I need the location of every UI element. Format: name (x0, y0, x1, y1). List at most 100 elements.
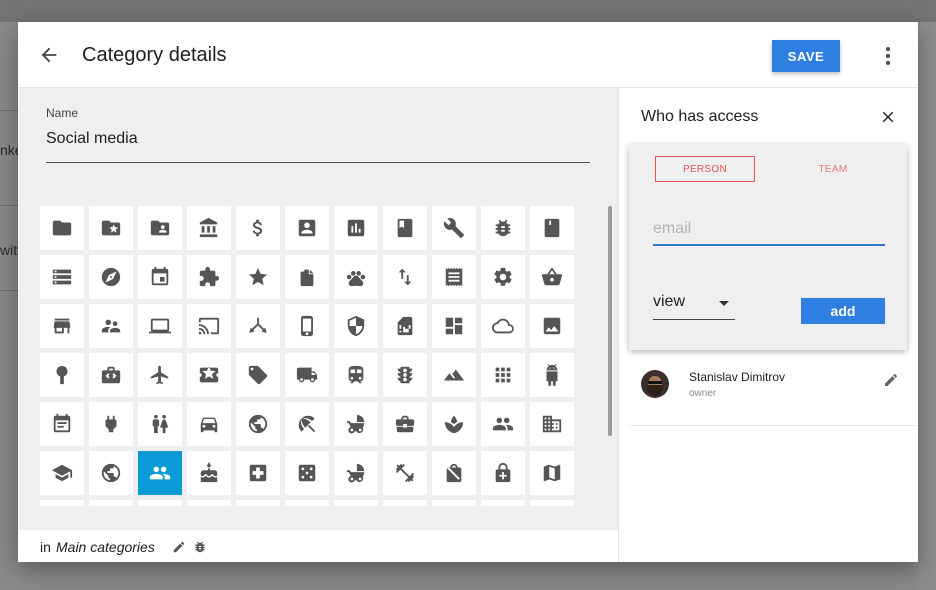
icon-option[interactable] (530, 500, 574, 506)
icon-option[interactable] (285, 304, 329, 348)
name-input[interactable]: Social media (46, 130, 138, 148)
icon-option[interactable] (187, 402, 231, 446)
icon-option[interactable] (40, 353, 84, 397)
icon-option[interactable] (481, 451, 525, 495)
icon-option[interactable] (383, 353, 427, 397)
save-button[interactable]: SAVE (772, 40, 840, 72)
icon-option[interactable] (530, 206, 574, 250)
icon-option[interactable] (187, 304, 231, 348)
ticket-icon (199, 366, 219, 383)
back-arrow-icon[interactable] (38, 44, 60, 66)
icon-option[interactable] (89, 304, 133, 348)
icon-option[interactable] (187, 206, 231, 250)
icon-option[interactable] (481, 255, 525, 299)
icon-option[interactable] (236, 353, 280, 397)
icon-option[interactable] (187, 353, 231, 397)
icon-option[interactable] (481, 402, 525, 446)
icon-option[interactable] (432, 206, 476, 250)
icon-option[interactable] (432, 353, 476, 397)
icon-option[interactable] (530, 304, 574, 348)
icon-option[interactable] (138, 451, 182, 495)
email-field[interactable] (653, 208, 885, 246)
icon-option[interactable] (334, 206, 378, 250)
icon-option[interactable] (138, 255, 182, 299)
icon-option[interactable] (89, 451, 133, 495)
icon-grid-scrollbar[interactable] (608, 206, 612, 436)
icon-option[interactable] (40, 500, 84, 506)
icon-option[interactable] (334, 402, 378, 446)
icon-option[interactable] (187, 255, 231, 299)
icon-option[interactable] (383, 206, 427, 250)
tab-person[interactable]: PERSON (655, 156, 755, 182)
icon-option[interactable] (89, 500, 133, 506)
parent-category-link[interactable]: Main categories (56, 539, 155, 555)
icon-option[interactable] (334, 451, 378, 495)
icon-option[interactable] (481, 353, 525, 397)
icon-option[interactable] (432, 402, 476, 446)
icon-option[interactable] (285, 255, 329, 299)
edit-parent-icon[interactable] (172, 540, 186, 554)
icon-option[interactable] (236, 206, 280, 250)
icon-option[interactable] (481, 500, 525, 506)
icon-option[interactable] (383, 451, 427, 495)
icon-option[interactable] (138, 402, 182, 446)
close-icon[interactable] (879, 108, 897, 126)
icon-option[interactable] (383, 402, 427, 446)
domain-icon (542, 415, 562, 433)
icon-option[interactable] (89, 255, 133, 299)
icon-option[interactable] (383, 255, 427, 299)
icon-option[interactable] (285, 500, 329, 506)
icon-option[interactable] (40, 402, 84, 446)
icon-option[interactable] (481, 206, 525, 250)
icon-option[interactable] (138, 353, 182, 397)
icon-option[interactable] (285, 402, 329, 446)
icon-option[interactable] (432, 451, 476, 495)
icon-option[interactable] (285, 206, 329, 250)
icon-option[interactable] (530, 353, 574, 397)
icon-option[interactable] (236, 451, 280, 495)
name-label: Name (46, 106, 79, 120)
icon-option[interactable] (383, 500, 427, 506)
sim-card-icon (397, 316, 413, 336)
icon-option[interactable] (236, 304, 280, 348)
icon-option[interactable] (334, 500, 378, 506)
icon-option[interactable] (334, 353, 378, 397)
icon-option[interactable] (40, 451, 84, 495)
icon-option[interactable] (285, 353, 329, 397)
icon-option[interactable] (138, 206, 182, 250)
more-vert-icon[interactable] (876, 44, 900, 68)
icon-option[interactable] (40, 304, 84, 348)
icon-option[interactable] (40, 206, 84, 250)
icon-option[interactable] (383, 304, 427, 348)
background-divider (0, 205, 18, 206)
edit-member-icon[interactable] (883, 372, 899, 388)
icon-option[interactable] (187, 500, 231, 506)
icon-option[interactable] (236, 402, 280, 446)
icon-option[interactable] (334, 304, 378, 348)
icon-option[interactable] (40, 255, 84, 299)
icon-option[interactable] (432, 304, 476, 348)
icon-option[interactable] (236, 500, 280, 506)
add-button[interactable]: add (801, 298, 885, 324)
icon-option[interactable] (432, 255, 476, 299)
icon-option[interactable] (138, 304, 182, 348)
icon-option[interactable] (334, 255, 378, 299)
role-select[interactable]: view (653, 288, 735, 320)
icon-option[interactable] (187, 451, 231, 495)
icon-option[interactable] (432, 500, 476, 506)
icon-option[interactable] (89, 353, 133, 397)
pin-icon (56, 365, 68, 385)
avatar (641, 370, 669, 398)
icon-option[interactable] (89, 206, 133, 250)
icon-option[interactable] (138, 500, 182, 506)
icon-option[interactable] (530, 255, 574, 299)
icon-option[interactable] (530, 451, 574, 495)
fork-icon (249, 317, 267, 333)
icon-option[interactable] (285, 451, 329, 495)
icon-option[interactable] (481, 304, 525, 348)
icon-option[interactable] (89, 402, 133, 446)
map-icon (543, 464, 561, 482)
tab-team[interactable]: TEAM (789, 156, 877, 182)
icon-option[interactable] (530, 402, 574, 446)
icon-option[interactable] (236, 255, 280, 299)
